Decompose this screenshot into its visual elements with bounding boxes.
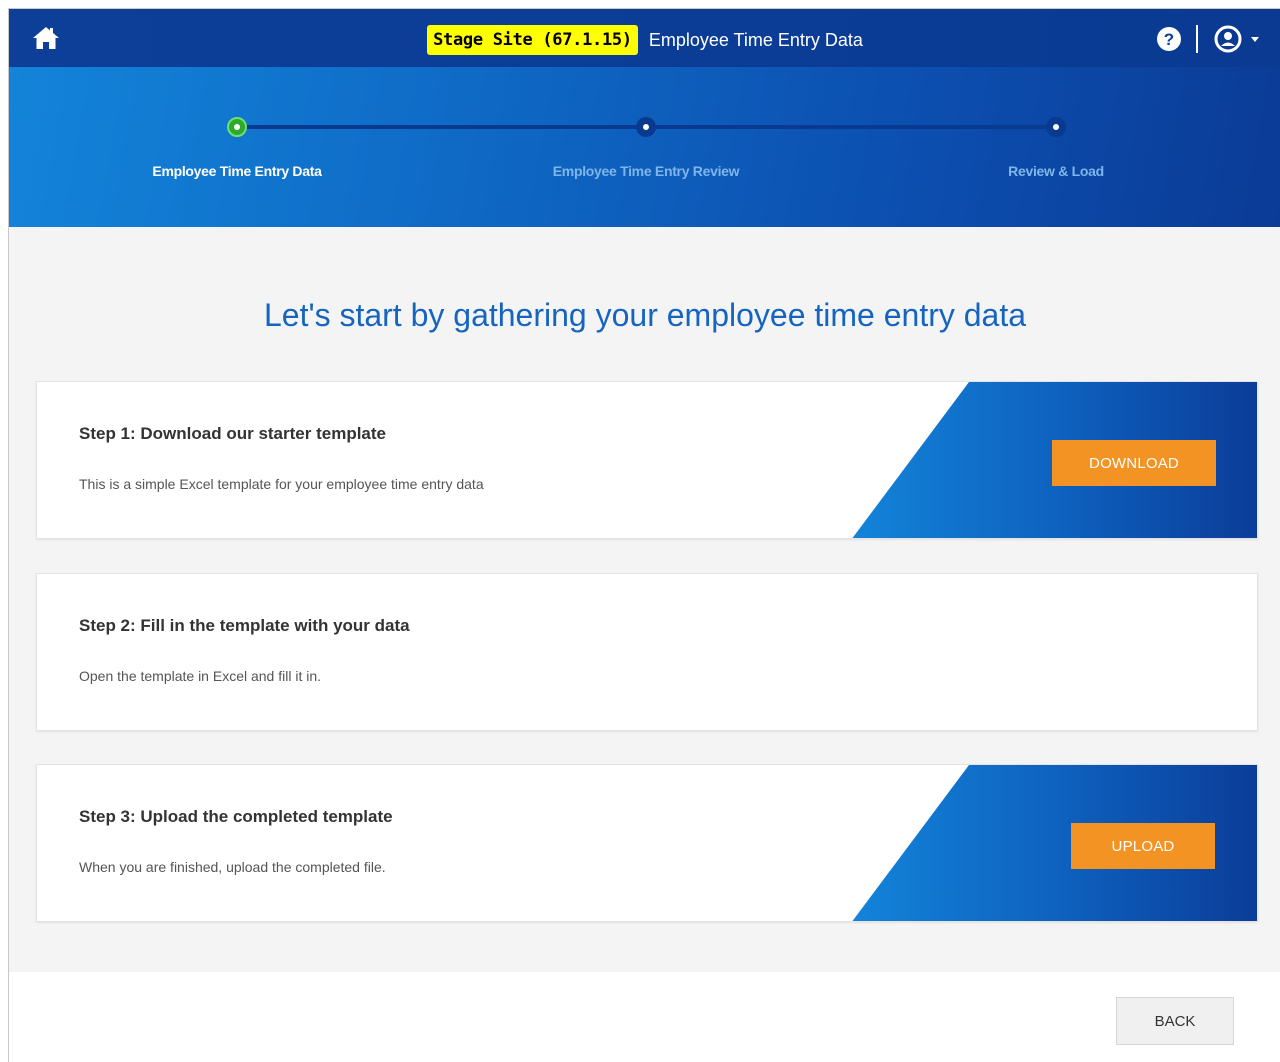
step-label-time-entry-review[interactable]: Employee Time Entry Review — [496, 163, 796, 179]
card-description: When you are finished, upload the comple… — [79, 859, 386, 875]
caret-down-icon — [1251, 37, 1259, 42]
footer-bar: BACK — [9, 972, 1280, 1062]
user-icon — [1214, 25, 1242, 53]
card-description: This is a simple Excel template for your… — [79, 476, 484, 492]
page-title: Employee Time Entry Data — [648, 30, 863, 50]
help-button[interactable]: ? — [1156, 26, 1182, 52]
app-window: Stage Site (67.1.15) Employee Time Entry… — [8, 8, 1280, 1062]
step-card-fill: Step 2: Fill in the template with your d… — [36, 573, 1258, 731]
page-headline: Let's start by gathering your employee t… — [263, 297, 1027, 333]
download-button[interactable]: DOWNLOAD — [1052, 440, 1216, 486]
progress-stepper: Employee Time Entry Data Employee Time E… — [9, 67, 1280, 227]
step-marker-2 — [636, 117, 656, 137]
step-connector — [647, 125, 1057, 129]
step-marker-1 — [227, 117, 247, 137]
stage-site-badge: Stage Site (67.1.15) — [427, 25, 638, 55]
header-title-group: Stage Site (67.1.15) Employee Time Entry… — [9, 25, 1280, 55]
step-marker-3 — [1046, 117, 1066, 137]
user-menu-button[interactable] — [1214, 25, 1266, 53]
card-heading: Step 2: Fill in the template with your d… — [79, 616, 410, 635]
main-content: Let's start by gathering your employee t… — [9, 227, 1280, 972]
back-button[interactable]: BACK — [1116, 997, 1234, 1045]
card-description: Open the template in Excel and fill it i… — [79, 668, 322, 684]
step-label-review-load[interactable]: Review & Load — [906, 163, 1206, 179]
svg-text:?: ? — [1164, 30, 1174, 49]
help-icon: ? — [1157, 27, 1181, 51]
upload-button[interactable]: UPLOAD — [1071, 823, 1215, 869]
step-card-download: Step 1: Download our starter template Th… — [36, 381, 1258, 539]
card-heading: Step 1: Download our starter template — [79, 424, 386, 443]
step-connector — [237, 125, 647, 129]
card-heading: Step 3: Upload the completed template — [79, 807, 393, 826]
step-label-time-entry-data[interactable]: Employee Time Entry Data — [87, 163, 387, 179]
header-divider — [1196, 25, 1198, 53]
step-card-upload: Step 3: Upload the completed template Wh… — [36, 764, 1258, 922]
top-header: Stage Site (67.1.15) Employee Time Entry… — [9, 9, 1280, 67]
